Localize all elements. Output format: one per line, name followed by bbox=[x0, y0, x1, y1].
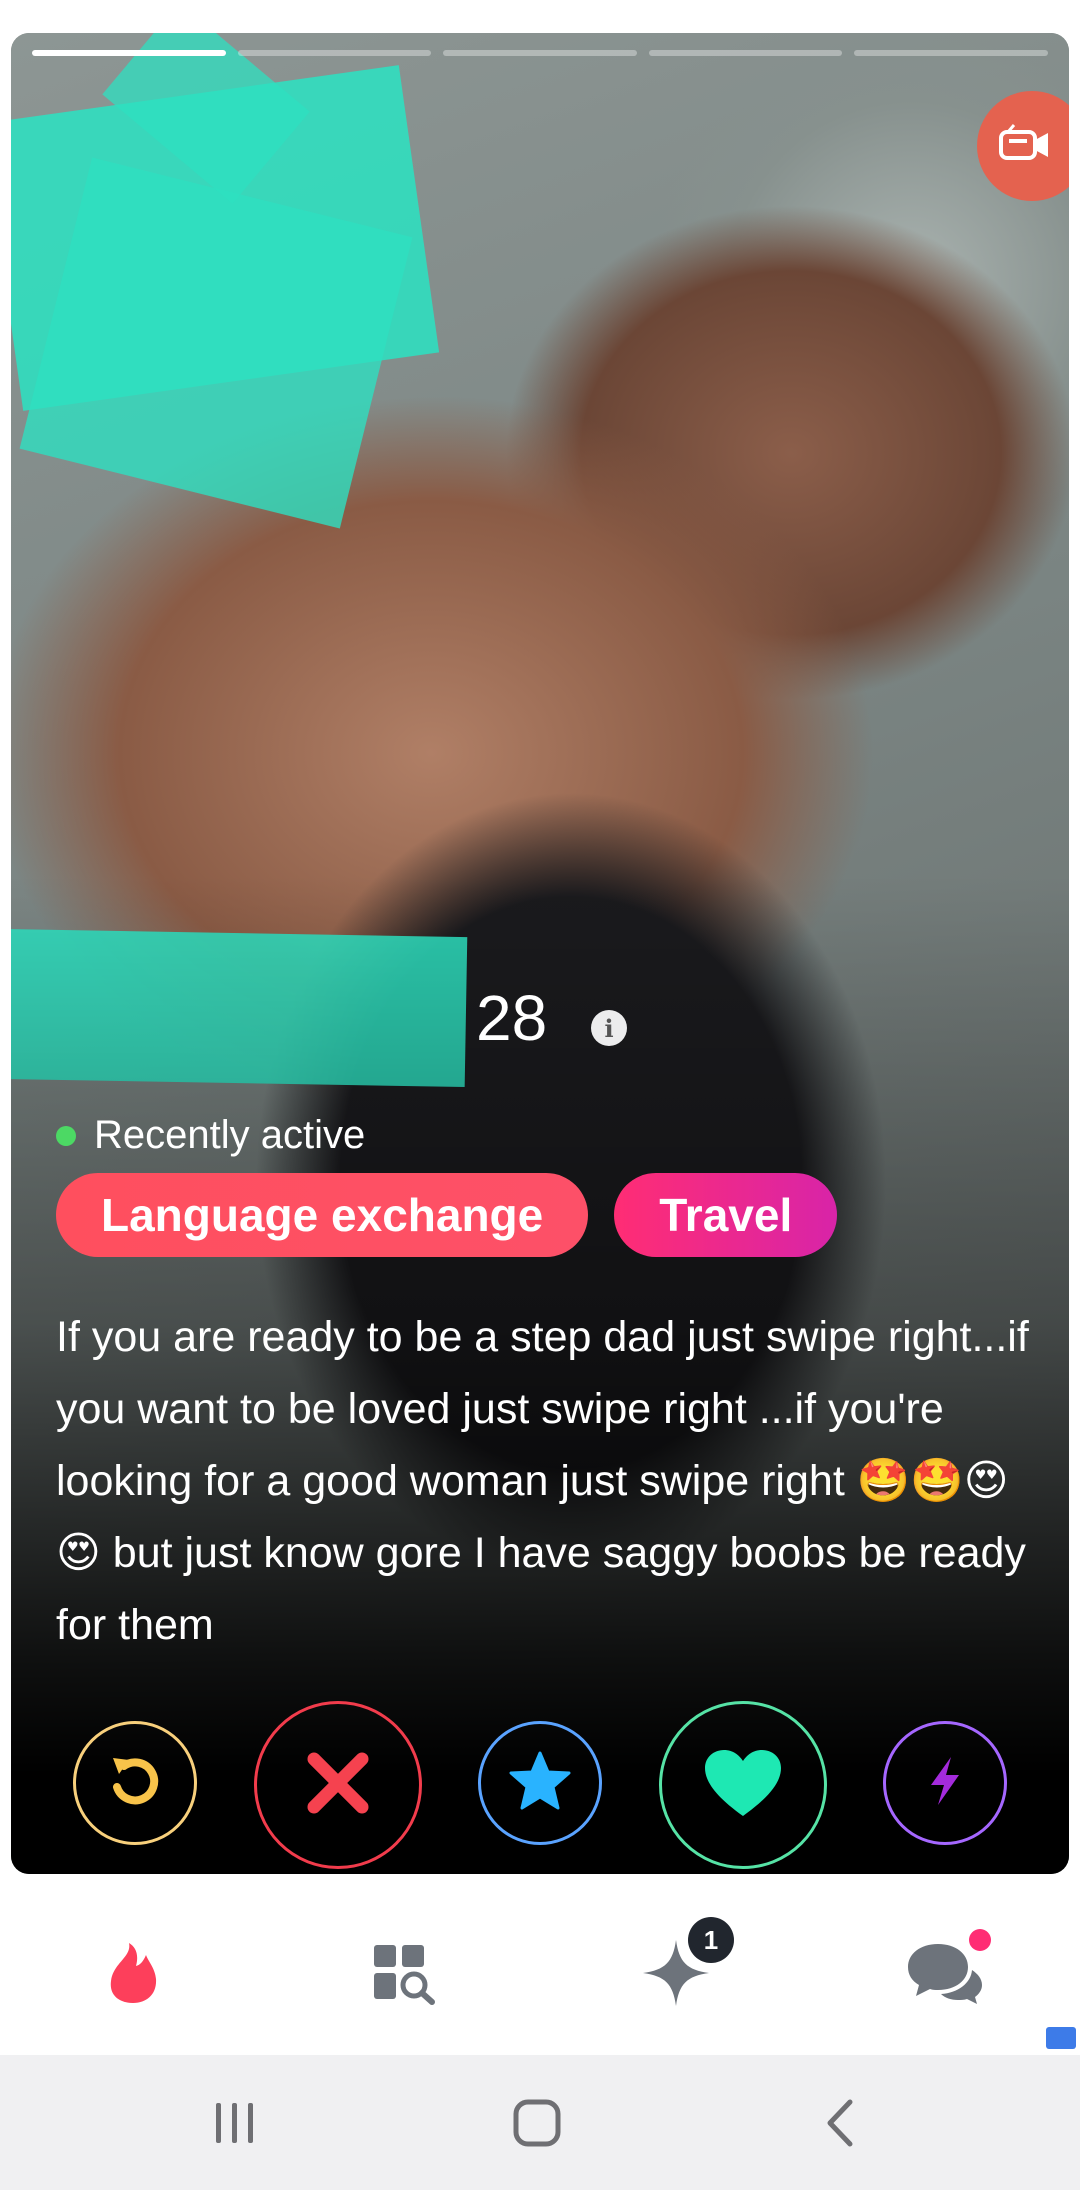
app-screen: 28 i Recently active Language exchange T… bbox=[0, 0, 1080, 2190]
explore-icon bbox=[368, 1941, 438, 2010]
interest-tag: Travel bbox=[614, 1173, 838, 1257]
bottom-navigation: 1 bbox=[0, 1897, 1080, 2055]
active-indicator-icon bbox=[56, 1125, 76, 1146]
home-button[interactable] bbox=[502, 2090, 572, 2160]
nope-button[interactable] bbox=[254, 1701, 422, 1869]
home-icon bbox=[512, 2098, 562, 2153]
like-button[interactable] bbox=[659, 1701, 827, 1869]
interest-tag: Language exchange bbox=[56, 1173, 589, 1257]
profile-age: 28 bbox=[476, 982, 548, 1054]
nav-likes-you[interactable]: 1 bbox=[636, 1917, 734, 2015]
nav-messages[interactable] bbox=[905, 1929, 991, 2015]
photo-progress-segment[interactable] bbox=[443, 50, 637, 56]
activity-status-text: Recently active bbox=[94, 1113, 366, 1157]
boost-button[interactable] bbox=[883, 1721, 1007, 1845]
rewind-button[interactable] bbox=[73, 1721, 197, 1845]
photo-progress-segment[interactable] bbox=[854, 50, 1048, 56]
activity-status: Recently active bbox=[56, 1113, 365, 1158]
star-icon bbox=[508, 1750, 572, 1817]
nav-explore[interactable] bbox=[363, 1935, 443, 2015]
recent-apps-button[interactable] bbox=[200, 2090, 270, 2160]
unread-dot-badge bbox=[969, 1929, 991, 1951]
rewind-icon bbox=[104, 1750, 166, 1817]
back-button[interactable] bbox=[805, 2090, 875, 2160]
flame-icon bbox=[105, 1941, 161, 2010]
nav-discover[interactable] bbox=[93, 1935, 173, 2015]
super-like-button[interactable] bbox=[478, 1721, 602, 1845]
photo-progress-segment[interactable] bbox=[32, 50, 226, 56]
photo-progress-segment[interactable] bbox=[648, 50, 843, 56]
likes-count-badge: 1 bbox=[688, 1917, 734, 1963]
photo-progress bbox=[32, 50, 1048, 56]
recent-apps-icon bbox=[212, 2101, 258, 2150]
heart-icon bbox=[703, 1748, 783, 1823]
video-camera-icon bbox=[998, 123, 1052, 169]
action-bar bbox=[11, 1686, 1069, 1869]
folder-icon bbox=[1046, 2027, 1076, 2049]
back-icon bbox=[822, 2098, 858, 2153]
profile-bio: If you are ready to be a step dad just s… bbox=[56, 1313, 1029, 1649]
chat-icon bbox=[906, 1940, 984, 2011]
profile-card[interactable]: 28 i Recently active Language exchange T… bbox=[11, 33, 1069, 1874]
interest-tags: Language exchange Travel bbox=[56, 1173, 838, 1257]
system-navigation-bar bbox=[0, 2055, 1080, 2190]
lightning-icon bbox=[925, 1755, 965, 1812]
photo-progress-segment[interactable] bbox=[237, 50, 432, 56]
info-icon[interactable]: i bbox=[591, 1010, 627, 1046]
close-icon bbox=[304, 1749, 372, 1822]
